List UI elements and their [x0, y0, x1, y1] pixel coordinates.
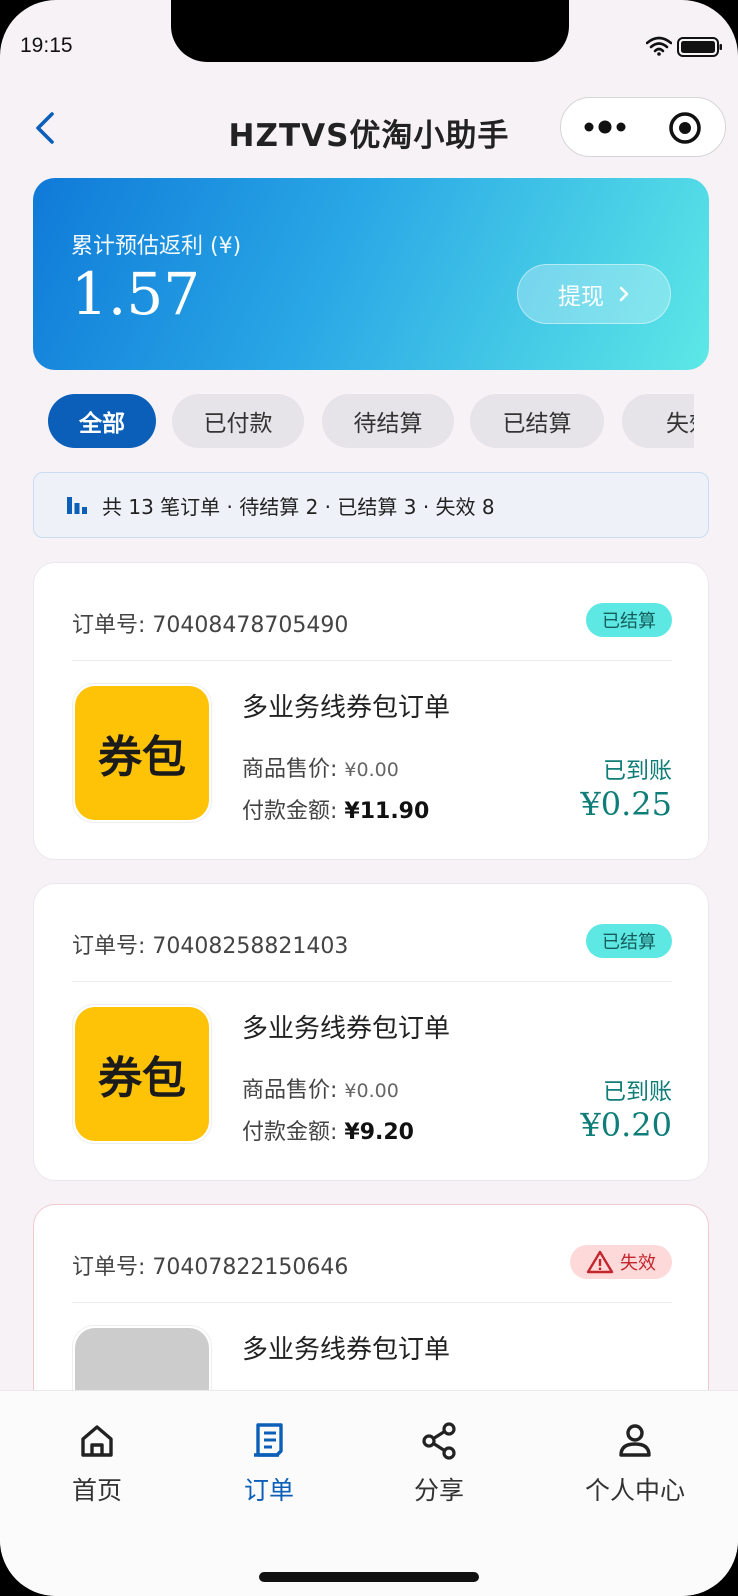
user-icon — [619, 1424, 651, 1457]
thumbnail-text: 券包 — [75, 1007, 209, 1141]
divider — [72, 1302, 672, 1303]
arrival-status: 已到账 — [603, 1079, 672, 1105]
order-number: 订单号: 70408478705490 — [72, 613, 349, 638]
tab-home[interactable]: 首页 — [12, 1421, 182, 1511]
home-indicator — [259, 1572, 479, 1582]
tab-label: 首页 — [71, 1476, 122, 1505]
battery-icon — [677, 37, 722, 57]
withdraw-button[interactable]: 提现 — [517, 264, 671, 324]
bar-chart-icon — [67, 497, 87, 514]
more-dots-icon[interactable] — [583, 112, 633, 142]
rebate-summary-card: 累计预估返利 (¥) 1.57 提现 — [33, 178, 709, 370]
order-card[interactable]: 订单号: 70408478705490 已结算 券包 多业务线券包订单 商品售价… — [33, 562, 709, 860]
product-thumbnail: 券包 — [72, 683, 212, 823]
rebate-amount: ¥0.20 — [580, 1106, 672, 1144]
divider — [72, 660, 672, 661]
status-time: 19:15 — [20, 34, 73, 57]
withdraw-label: 提现 — [558, 284, 604, 310]
arrival-status: 已到账 — [603, 758, 672, 784]
tab-share[interactable]: 分享 — [354, 1421, 524, 1511]
share-icon — [422, 1422, 456, 1460]
tab-label: 个人中心 — [584, 1476, 685, 1505]
tab-label: 订单 — [243, 1476, 294, 1505]
bottom-tab-bar: 首页 订单 分享 个人中心 — [0, 1390, 738, 1596]
nav-bar: HZTVS优淘小助手 — [0, 90, 738, 170]
phone-screen: 19:15 HZTVS优淘小助手 累计预估返利 (¥) 1.57 提现 全部 已… — [0, 0, 738, 1596]
filter-chip-paid[interactable]: 已付款 — [172, 394, 304, 448]
home-icon — [81, 1425, 113, 1457]
product-thumbnail: 券包 — [72, 1004, 212, 1144]
filter-chip-pending[interactable]: 待结算 — [322, 394, 454, 448]
order-number: 订单号: 70408258821403 — [72, 934, 349, 959]
tab-profile[interactable]: 个人中心 — [550, 1421, 720, 1511]
status-badge-invalid: 失效 — [570, 1245, 672, 1279]
status-bar: 19:15 — [0, 0, 738, 70]
rebate-label: 累计预估返利 (¥) — [71, 234, 242, 259]
tab-label: 分享 — [413, 1476, 464, 1505]
filter-chip-invalid[interactable]: 失效 — [622, 394, 694, 448]
rebate-amount: ¥0.25 — [580, 785, 672, 823]
product-price: 商品售价: ¥0.00 — [242, 757, 399, 782]
status-badge: 已结算 — [586, 924, 672, 958]
paid-amount: 付款金额: ¥9.20 — [242, 1120, 414, 1145]
order-card[interactable]: 订单号: 70408258821403 已结算 券包 多业务线券包订单 商品售价… — [33, 883, 709, 1181]
chevron-right-icon — [619, 286, 629, 302]
order-icon — [254, 1423, 283, 1457]
rebate-value: 1.57 — [71, 260, 201, 328]
order-summary-bar: 共 13 笔订单 · 待结算 2 · 已结算 3 · 失效 8 — [33, 472, 709, 538]
filter-chip-settled[interactable]: 已结算 — [470, 394, 604, 448]
paid-amount: 付款金额: ¥11.90 — [242, 799, 430, 824]
warning-icon — [586, 1250, 614, 1274]
order-number: 订单号: 70407822150646 — [72, 1255, 349, 1280]
product-title: 多业务线券包订单 — [242, 1014, 451, 1044]
thumbnail-text: 券包 — [75, 686, 209, 820]
status-badge-label: 失效 — [620, 1253, 656, 1274]
product-title: 多业务线券包订单 — [242, 1335, 451, 1365]
wifi-icon — [646, 36, 672, 56]
product-price: 商品售价: ¥0.00 — [242, 1078, 399, 1103]
filter-chip-all[interactable]: 全部 — [48, 394, 156, 448]
tab-orders[interactable]: 订单 — [184, 1421, 354, 1511]
divider — [72, 981, 672, 982]
filter-chips: 全部 已付款 待结算 已结算 失效 — [48, 394, 694, 450]
miniprogram-capsule — [560, 97, 726, 157]
notch — [171, 0, 569, 62]
product-title: 多业务线券包订单 — [242, 693, 451, 723]
status-badge: 已结算 — [586, 603, 672, 637]
summary-text: 共 13 笔订单 · 待结算 2 · 已结算 3 · 失效 8 — [102, 494, 495, 519]
close-miniprogram-icon[interactable] — [667, 110, 703, 146]
